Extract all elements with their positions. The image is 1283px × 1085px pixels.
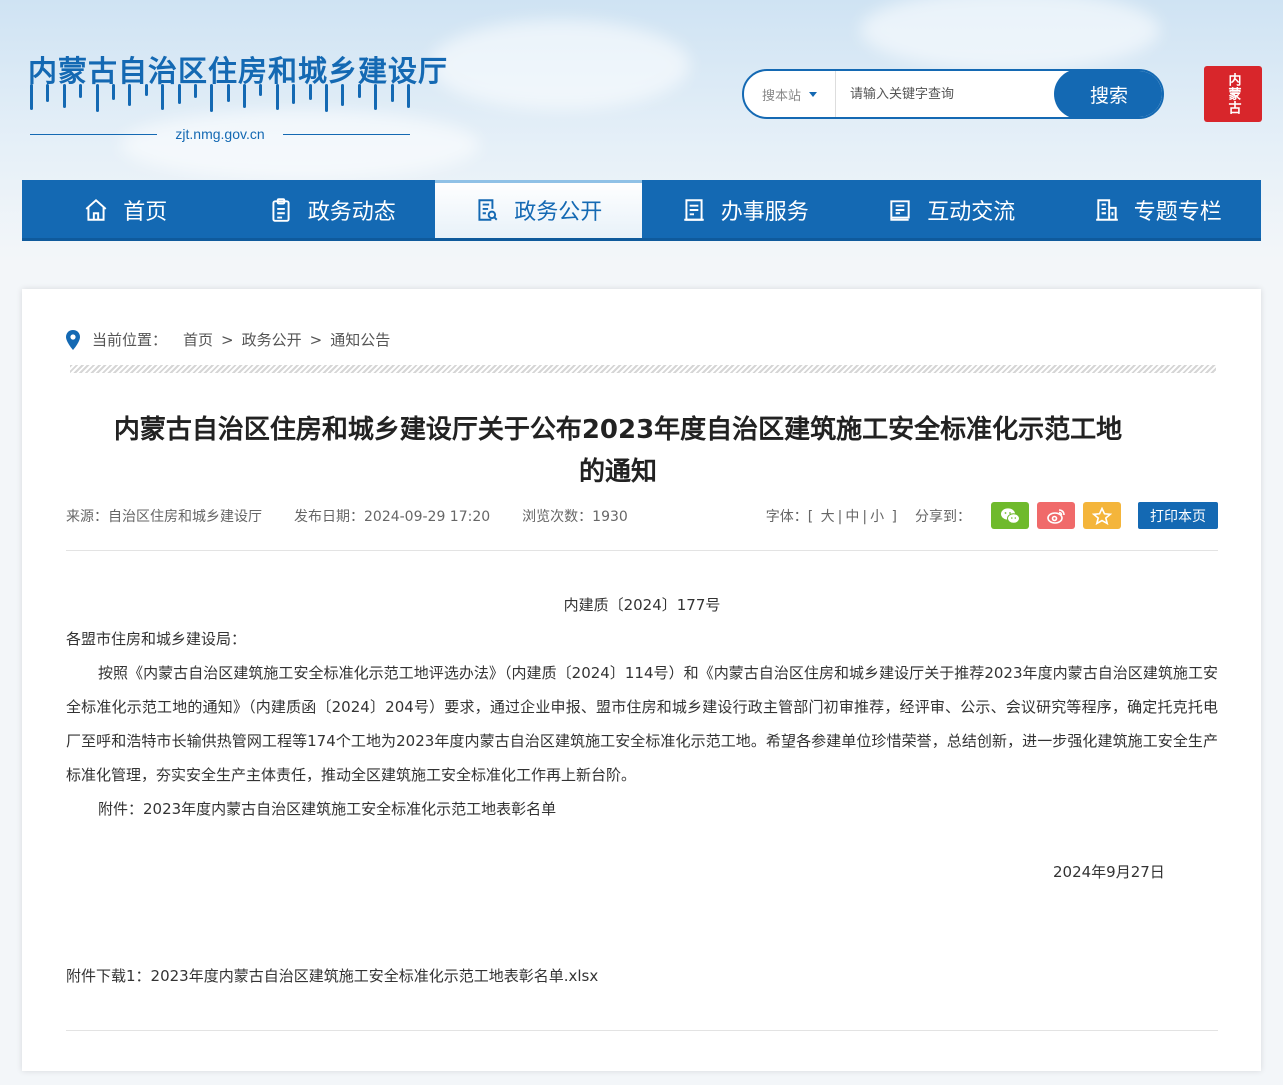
nav-label: 专题专栏 <box>1133 200 1222 225</box>
nav-item-services[interactable]: 办事服务 <box>642 180 849 240</box>
seal-logo: 内蒙古 <box>1204 66 1262 122</box>
nav-item-news[interactable]: 政务动态 <box>229 180 436 240</box>
article-meta: 来源：自治区住房和城乡建设厅 发布日期：2024-09-29 17:20 浏览次… <box>66 502 1218 529</box>
hatched-divider <box>70 365 1216 373</box>
search-scope-select[interactable]: 搜本站 <box>744 71 836 117</box>
nav-item-interaction[interactable]: 互动交流 <box>848 180 1055 240</box>
domain-text: zjt.nmg.gov.cn <box>175 126 265 142</box>
breadcrumb-disclosure-link[interactable]: 政务公开 <box>242 329 302 350</box>
building-icon <box>1095 199 1118 221</box>
font-size-bracket: [ <box>807 508 814 525</box>
article-source: 来源：自治区住房和城乡建设厅 <box>66 508 262 525</box>
nav-label: 互动交流 <box>927 200 1016 225</box>
attachment-note: 附件：2023年度内蒙古自治区建筑施工安全标准化示范工地表彰名单 <box>98 800 557 818</box>
location-pin-icon <box>66 329 80 350</box>
nav-item-topics[interactable]: 专题专栏 <box>1055 180 1262 240</box>
font-size-large[interactable]: 大 <box>821 509 835 525</box>
breadcrumb-notices-link[interactable]: 通知公告 <box>330 329 390 350</box>
article-card: 当前位置： 首页 > 政务公开 > 通知公告 内蒙古自治区住房和城乡建设厅关于公… <box>22 289 1261 1071</box>
home-icon <box>85 198 107 221</box>
document-search-icon <box>478 199 498 221</box>
article-date: 发布日期：2024-09-29 17:20 <box>294 508 491 525</box>
font-size-separator: | <box>837 508 843 525</box>
nav-label: 办事服务 <box>720 200 809 225</box>
caret-down-icon <box>809 91 817 97</box>
breadcrumb-separator: > <box>221 330 234 349</box>
cloud-decoration <box>860 0 1160 70</box>
share-label: 分享到： <box>915 508 971 525</box>
article-title-line: 的通知 <box>578 457 657 487</box>
nav-label: 首页 <box>123 200 168 225</box>
search-button[interactable]: 搜索 <box>1054 71 1162 117</box>
attachment-download-label: 附件下载1： <box>66 967 151 985</box>
book-icon <box>890 200 910 221</box>
breadcrumb-prefix: 当前位置： <box>92 331 168 349</box>
site-header: 内蒙古自治区住房和城乡建设厅 zjt.nmg.gov.cn 搜本站 搜索 内蒙古 <box>0 0 1283 180</box>
nav-bottom-border <box>22 238 1261 241</box>
breadcrumb-home-link[interactable]: 首页 <box>183 329 213 350</box>
share-weibo-button[interactable] <box>1037 502 1075 529</box>
attachment-download: 附件下载1：2023年度内蒙古自治区建筑施工安全标准化示范工地表彰名单.xlsx <box>66 965 598 986</box>
main-nav: 首页 政务动态 政务公开 办事服务 互动交流 专题专栏 <box>22 180 1261 240</box>
breadcrumb-separator: > <box>309 330 323 349</box>
sign-date: 2024年9月27日 <box>1053 863 1165 881</box>
article-title-line: 内蒙古自治区住房和城乡建设厅关于公布2023年度自治区建筑施工安全标准化示范工地 <box>113 415 1123 445</box>
weibo-icon <box>1047 508 1065 524</box>
attachment-download-link[interactable]: 2023年度内蒙古自治区建筑施工安全标准化示范工地表彰名单.xlsx <box>151 967 599 985</box>
cloud-decoration <box>430 20 690 110</box>
star-icon <box>1092 506 1112 525</box>
article-tools: 字体：[ 大 | 中 | 小 ] 分享到： 打印本页 <box>766 502 1218 529</box>
article-views: 浏览次数：1930 <box>522 508 628 525</box>
print-button[interactable]: 打印本页 <box>1138 502 1218 529</box>
font-size-bracket: ] <box>891 508 897 525</box>
favorite-button[interactable] <box>1083 502 1121 529</box>
salutation: 各盟市住房和城乡建设局： <box>66 630 247 648</box>
search-input[interactable] <box>836 71 1054 117</box>
search-scope-label: 搜本站 <box>761 88 801 104</box>
share-wechat-button[interactable] <box>991 502 1029 529</box>
breadcrumb: 当前位置： 首页 > 政务公开 > 通知公告 <box>66 329 390 350</box>
clipboard-icon <box>272 198 290 222</box>
seal-text: 内蒙古 <box>1225 73 1241 115</box>
site-domain: zjt.nmg.gov.cn <box>30 124 411 144</box>
nav-label: 政务动态 <box>307 200 396 225</box>
font-size-label: 字体： <box>765 508 808 525</box>
font-size-medium[interactable]: 中 <box>845 509 859 525</box>
meta-divider <box>66 550 1218 551</box>
mongolian-script-logo <box>30 84 410 118</box>
wechat-icon <box>1001 507 1020 524</box>
cloud-decoration <box>120 110 480 180</box>
font-size-small[interactable]: 小 <box>870 509 884 525</box>
nav-label: 政务公开 <box>514 200 603 225</box>
body-paragraph: 按照《内蒙古自治区建筑施工安全标准化示范工地评选办法》（内建质〔2024〕114… <box>66 664 1218 784</box>
nav-item-home[interactable]: 首页 <box>22 180 229 240</box>
search-bar: 搜本站 搜索 <box>742 69 1164 119</box>
article-body: 内建质〔2024〕177号 各盟市住房和城乡建设局： 按照《内蒙古自治区建筑施工… <box>66 588 1218 826</box>
article-title: 内蒙古自治区住房和城乡建设厅关于公布2023年度自治区建筑施工安全标准化示范工地… <box>66 409 1170 493</box>
font-size-switcher: 字体：[ 大 | 中 | 小 ] <box>766 506 897 526</box>
document-number: 内建质〔2024〕177号 <box>563 596 721 614</box>
font-size-separator: | <box>862 508 868 525</box>
nav-item-disclosure[interactable]: 政务公开 <box>435 180 642 240</box>
footer-divider <box>66 1030 1218 1031</box>
form-icon <box>683 199 704 221</box>
